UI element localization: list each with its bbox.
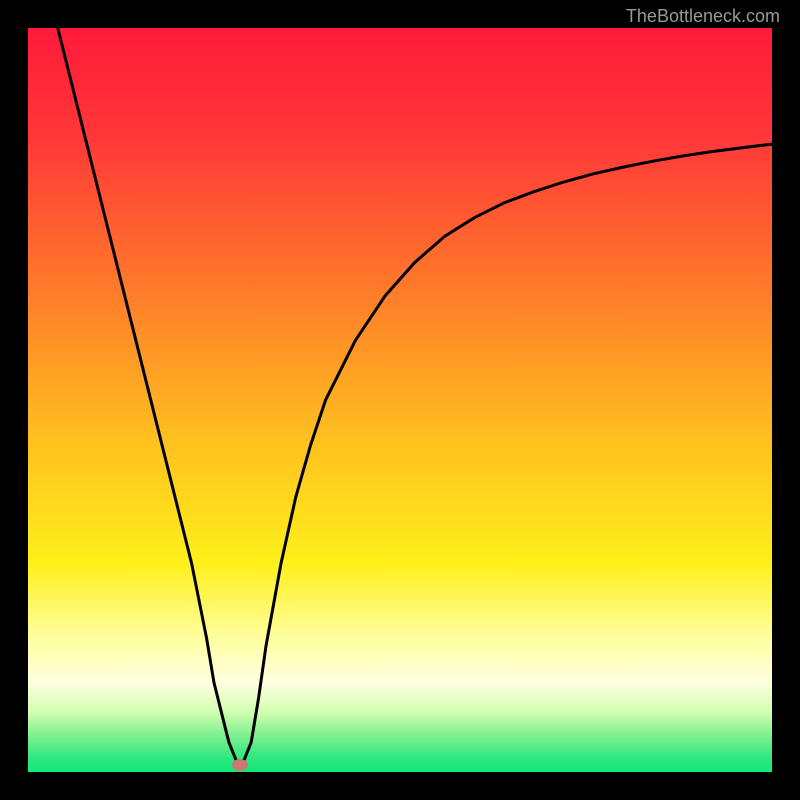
optimal-point-marker <box>232 759 248 771</box>
bottleneck-curve <box>28 28 772 772</box>
watermark-text: TheBottleneck.com <box>626 6 780 27</box>
chart-area <box>28 28 772 772</box>
